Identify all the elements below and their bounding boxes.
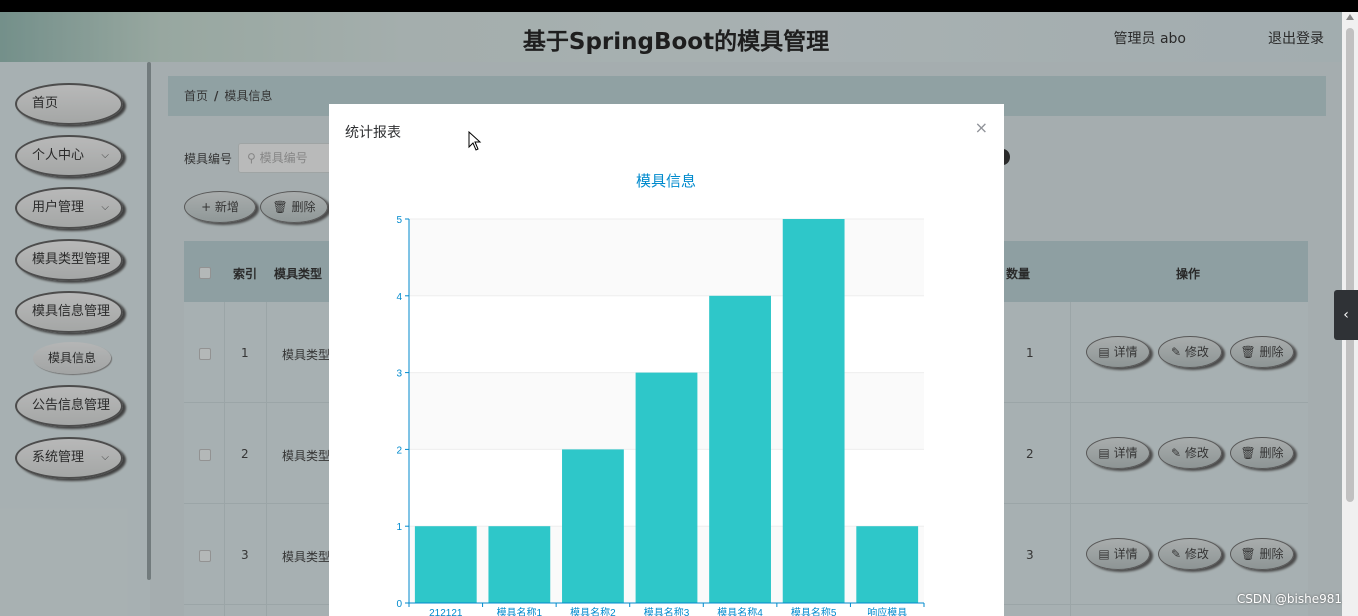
bar-chart: 0 1 2 3 4 5 212121 模具名称1 模具名称2 模具名称3 模具名称4 模具名称5 响应模… [396, 173, 925, 616]
close-icon[interactable]: × [975, 118, 988, 137]
x-tick-label: 模具名称4 [717, 606, 763, 616]
scrollbar-thumb[interactable] [1346, 28, 1354, 502]
bar [414, 526, 477, 603]
mouse-cursor-icon [468, 131, 482, 151]
watermark: CSDN @bishe981 [1236, 592, 1342, 606]
y-tick-label: 1 [396, 522, 402, 533]
bar [782, 219, 845, 603]
x-tick-label: 模具名称1 [497, 606, 543, 616]
chevron-left-icon: ‹ [1343, 307, 1349, 323]
collapse-panel-button[interactable]: ‹ [1334, 290, 1358, 340]
bar [635, 372, 698, 603]
bar [488, 526, 551, 603]
x-tick-label: 212121 [429, 608, 463, 616]
window-top-bar [0, 0, 1358, 12]
bar [709, 295, 771, 603]
y-tick-label: 2 [396, 445, 402, 456]
dialog-title: 统计报表 [345, 125, 401, 141]
x-tick-label: 模具名称2 [570, 606, 616, 616]
chart-title: 模具信息 [636, 173, 696, 190]
x-tick-label: 响应模具 [867, 606, 907, 616]
y-tick-label: 3 [396, 369, 402, 380]
y-tick-label: 5 [396, 215, 402, 226]
x-tick-label: 模具名称5 [791, 606, 837, 616]
x-tick-label: 模具名称3 [644, 606, 690, 616]
grid-band [409, 219, 924, 296]
bar [562, 449, 624, 603]
grid-band [409, 295, 924, 373]
bar [856, 526, 919, 603]
y-tick-label: 0 [396, 599, 402, 610]
y-tick-label: 4 [396, 292, 402, 303]
scroll-up-icon[interactable] [1346, 14, 1354, 20]
stats-dialog: 统计报表 × 0 1 2 3 4 5 212121 模具名称1 模具名称2 模具名称3 模具名称4 模… [329, 104, 1004, 616]
